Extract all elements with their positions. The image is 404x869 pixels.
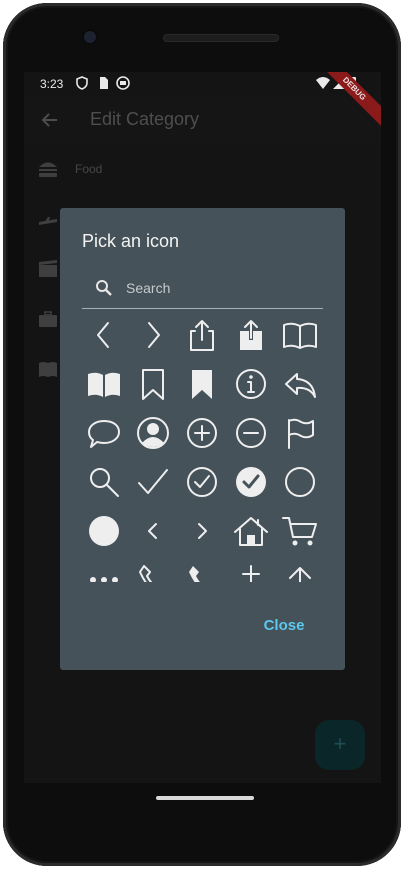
chevron-right-small-icon	[198, 523, 207, 539]
icon-grid	[82, 310, 323, 582]
check-circle-outline-icon	[187, 467, 217, 497]
icon-option[interactable]	[228, 361, 274, 407]
icon-option[interactable]	[179, 312, 225, 358]
circle-outline-icon	[285, 467, 315, 497]
dialog-title: Pick an icon	[82, 231, 180, 251]
book-filled-icon	[88, 372, 120, 397]
icon-option[interactable]	[82, 557, 127, 582]
icon-option[interactable]	[277, 459, 323, 505]
icon-picker-dialog: Pick an icon Close	[60, 208, 345, 670]
checkmark-icon	[138, 469, 168, 494]
icon-option[interactable]	[228, 459, 274, 505]
icon-option[interactable]	[228, 557, 274, 582]
icon-option[interactable]	[179, 361, 225, 407]
remove-circle-icon	[236, 418, 266, 448]
person-circle-icon	[137, 417, 169, 449]
chevron-left-icon	[97, 322, 109, 348]
icon-option[interactable]	[277, 508, 323, 554]
share-filled-icon	[240, 320, 262, 350]
modal-scrim[interactable]: Pick an icon Close	[0, 0, 404, 869]
chevron-right-icon	[148, 322, 160, 348]
icon-option[interactable]	[82, 361, 127, 407]
icon-option[interactable]	[179, 459, 225, 505]
search-icon	[96, 280, 112, 296]
icon-option[interactable]	[82, 410, 127, 456]
home-icon	[234, 517, 268, 546]
bookmark-outline-icon	[142, 369, 164, 400]
anchor-icon	[242, 565, 260, 582]
info-icon	[236, 369, 266, 399]
check-circle-filled-icon	[236, 467, 266, 497]
icon-option[interactable]	[179, 508, 225, 554]
icon-option[interactable]	[277, 410, 323, 456]
icon-option[interactable]	[228, 508, 274, 554]
icon-option[interactable]	[277, 312, 323, 358]
circle-filled-icon	[89, 516, 119, 546]
chevron-left-small-icon	[148, 523, 157, 539]
bookmark-filled-icon	[192, 370, 212, 399]
icon-option[interactable]	[130, 410, 176, 456]
arrow-up-icon	[289, 567, 311, 582]
icon-option[interactable]	[179, 557, 225, 582]
icon-option[interactable]	[82, 459, 127, 505]
search-icon	[90, 468, 119, 497]
search-field[interactable]	[82, 268, 323, 309]
close-button[interactable]: Close	[252, 608, 316, 644]
icon-option[interactable]	[277, 557, 323, 582]
icon-option[interactable]	[179, 410, 225, 456]
book-outline-icon	[283, 322, 317, 349]
icon-option[interactable]	[130, 508, 176, 554]
add-circle-icon	[187, 418, 217, 448]
icon-option[interactable]	[82, 312, 127, 358]
phone-outline-icon	[139, 565, 153, 582]
icon-option[interactable]	[130, 459, 176, 505]
flag-icon	[288, 418, 314, 449]
icon-option[interactable]	[228, 410, 274, 456]
icon-option[interactable]	[130, 557, 176, 582]
chat-bubble-icon	[88, 420, 120, 448]
icon-option[interactable]	[228, 312, 274, 358]
icon-option[interactable]	[277, 361, 323, 407]
icon-option[interactable]	[82, 508, 127, 554]
ellipsis-icon	[90, 577, 118, 582]
cart-icon	[282, 517, 317, 546]
share-outline-icon	[190, 320, 214, 351]
reply-icon	[285, 373, 316, 398]
search-input[interactable]	[124, 276, 318, 300]
icon-option[interactable]	[130, 312, 176, 358]
icon-option[interactable]	[130, 361, 176, 407]
phone-filled-icon	[189, 566, 200, 582]
